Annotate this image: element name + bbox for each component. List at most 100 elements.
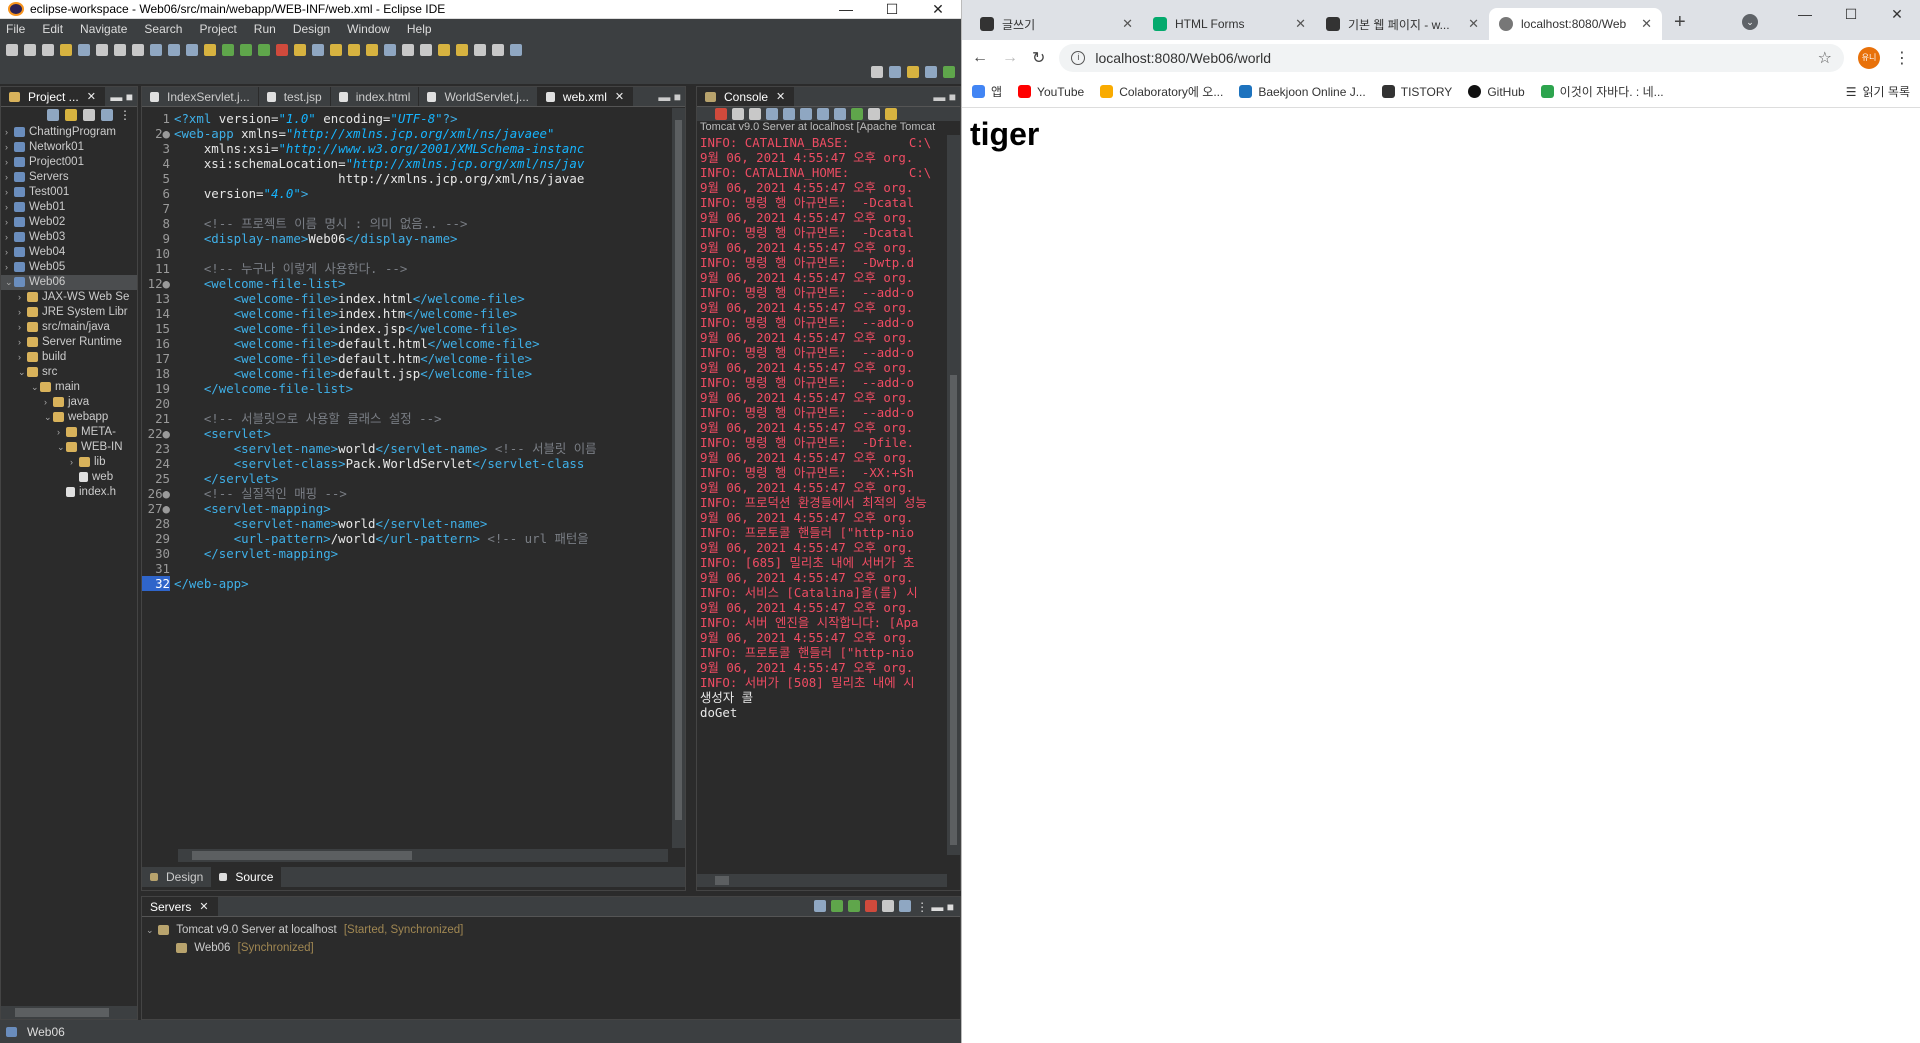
link-editor-icon[interactable]: [65, 109, 77, 121]
forward-icon[interactable]: →: [1002, 49, 1018, 67]
close-tab-icon[interactable]: ✕: [87, 87, 96, 106]
forward-icon[interactable]: [456, 44, 468, 56]
close-tab-icon[interactable]: ✕: [1641, 16, 1652, 32]
browser-tab[interactable]: localhost:8080/Web ✕: [1489, 8, 1662, 40]
profile-server-icon[interactable]: [848, 899, 861, 912]
open-folder-icon[interactable]: [348, 44, 360, 56]
save-all-icon[interactable]: [42, 44, 54, 56]
editor-minmax-icon[interactable]: ▬ ■: [658, 90, 685, 104]
chevron-right-icon[interactable]: ›: [70, 455, 79, 470]
tree-item[interactable]: ⌄ main: [1, 380, 137, 395]
chevron-down-icon[interactable]: ⌄: [57, 440, 66, 455]
tab-servers[interactable]: Servers ✕: [142, 897, 218, 916]
debug-perspective-icon[interactable]: [943, 66, 955, 78]
tree-item[interactable]: › lib: [1, 455, 137, 470]
tree-item[interactable]: › build: [1, 350, 137, 365]
view-menu-icon[interactable]: ▬ ■: [110, 90, 137, 104]
tree-item[interactable]: › java: [1, 395, 137, 410]
tree-item[interactable]: › src/main/java: [1, 320, 137, 335]
java-perspective-icon[interactable]: [925, 66, 937, 78]
new-class-icon[interactable]: [330, 44, 342, 56]
chevron-right-icon[interactable]: ›: [44, 395, 53, 410]
remove-all-icon[interactable]: [749, 108, 761, 120]
chrome-minimize-icon[interactable]: —: [1782, 6, 1828, 23]
bookmark-item[interactable]: 이것이 자바다. : 네...: [1540, 83, 1664, 100]
chrome-close-icon[interactable]: ✕: [1874, 6, 1920, 23]
chevron-right-icon[interactable]: ›: [5, 215, 14, 230]
collapse-all-icon[interactable]: [47, 109, 59, 121]
menu-search[interactable]: Search: [144, 22, 182, 36]
display-console-icon[interactable]: [868, 108, 880, 120]
remove-launch-icon[interactable]: [732, 108, 744, 120]
tree-item[interactable]: › Project001: [1, 155, 137, 170]
stop-server-icon[interactable]: [865, 899, 878, 912]
bookmark-item[interactable]: YouTube: [1018, 85, 1084, 99]
server-row[interactable]: ⌄ Tomcat v9.0 Server at localhost [Start…: [146, 921, 956, 939]
clean-icon[interactable]: [899, 899, 912, 912]
start-server-icon[interactable]: [831, 899, 844, 912]
chevron-down-icon[interactable]: ⌄: [44, 410, 53, 425]
close-tab-icon[interactable]: ✕: [1468, 16, 1479, 32]
servers-menu-icon[interactable]: ⋮ ▬ ■: [916, 900, 954, 914]
expand-icon[interactable]: ⌄: [146, 921, 155, 939]
open-console-icon[interactable]: [885, 108, 897, 120]
menu-file[interactable]: File: [6, 22, 25, 36]
address-bar[interactable]: i localhost:8080/Web06/world ☆: [1059, 44, 1844, 72]
chevron-right-icon[interactable]: ›: [18, 305, 27, 320]
menu-project[interactable]: Project: [199, 22, 236, 36]
focus-icon[interactable]: [101, 109, 113, 121]
back-icon[interactable]: ←: [972, 49, 988, 67]
browser-tab[interactable]: HTML Forms ✕: [1143, 8, 1316, 40]
back-icon[interactable]: [438, 44, 450, 56]
menu-run[interactable]: Run: [254, 22, 276, 36]
search-toolbar-icon[interactable]: [384, 44, 396, 56]
console-vscrollbar[interactable]: [947, 135, 960, 855]
menu-design[interactable]: Design: [293, 22, 330, 36]
minimize-icon[interactable]: —: [823, 1, 869, 17]
code-editor[interactable]: 1 <?xml version="1.0" encoding="UTF-8"?> 2…: [142, 108, 673, 848]
tab-project-explorer[interactable]: Project ... ✕: [1, 87, 105, 106]
terminate-icon[interactable]: [132, 44, 144, 56]
chevron-right-icon[interactable]: ›: [5, 170, 14, 185]
close-servers-icon[interactable]: ✕: [199, 897, 208, 916]
menu-edit[interactable]: Edit: [42, 22, 63, 36]
tree-item[interactable]: › Test001: [1, 185, 137, 200]
tree-item[interactable]: › Web01: [1, 200, 137, 215]
run-icon[interactable]: [240, 44, 252, 56]
console-hscrollbar[interactable]: [697, 874, 947, 887]
tree-item[interactable]: web: [1, 470, 137, 485]
suspend-icon[interactable]: [114, 44, 126, 56]
open-type-icon[interactable]: [204, 44, 216, 56]
close-tab-icon[interactable]: ✕: [1295, 16, 1306, 32]
tree-item[interactable]: ⌄ WEB-IN: [1, 440, 137, 455]
pin-console-icon[interactable]: [851, 108, 863, 120]
close-icon[interactable]: ✕: [915, 1, 961, 18]
chevron-right-icon[interactable]: ›: [5, 245, 14, 260]
java-ee-perspective-icon[interactable]: [907, 66, 919, 78]
scroll-lock-icon[interactable]: [783, 108, 795, 120]
chevron-right-icon[interactable]: ›: [18, 335, 27, 350]
bookmark-star-icon[interactable]: ☆: [1818, 48, 1832, 68]
bookmark-item[interactable]: Colaboratory에 오...: [1100, 83, 1223, 100]
chevron-right-icon[interactable]: ›: [5, 230, 14, 245]
terminate-console-icon[interactable]: [715, 108, 727, 120]
kebab-menu-icon[interactable]: ⋮: [119, 108, 131, 122]
tab-search-icon[interactable]: ⌄: [1742, 14, 1758, 30]
resume-icon[interactable]: [96, 44, 108, 56]
chevron-right-icon[interactable]: ›: [5, 260, 14, 275]
skip-breakpoints-icon[interactable]: [78, 44, 90, 56]
editor-tab[interactable]: WorldServlet.j...: [419, 87, 538, 106]
editor-hscrollbar[interactable]: [178, 849, 668, 862]
search-icon[interactable]: [871, 66, 883, 78]
debug-icon[interactable]: [222, 44, 234, 56]
chevron-down-icon[interactable]: ⌄: [31, 380, 40, 395]
clear-console-icon[interactable]: [766, 108, 778, 120]
save-icon[interactable]: [24, 44, 36, 56]
browser-tab[interactable]: 기본 웹 페이지 - w... ✕: [1316, 8, 1489, 40]
chrome-maximize-icon[interactable]: ☐: [1828, 6, 1874, 23]
new-icon[interactable]: [6, 44, 18, 56]
console-minmax-icon[interactable]: ▬ ■: [933, 90, 960, 104]
bookmark-item[interactable]: TISTORY: [1381, 85, 1452, 99]
close-tab-icon[interactable]: ✕: [615, 87, 624, 106]
tree-item[interactable]: ⌄ webapp: [1, 410, 137, 425]
